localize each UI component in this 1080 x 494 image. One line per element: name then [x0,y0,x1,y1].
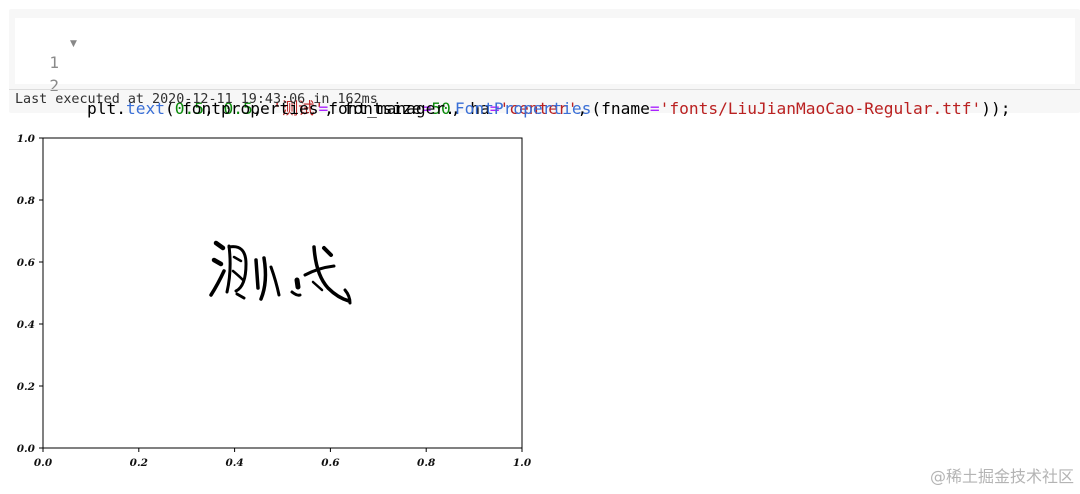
y-tick-label: 0.4 [17,319,35,331]
x-tick-label: 0.2 [130,457,148,469]
y-tick-label: 0.0 [17,443,36,455]
y-tick-label: 1.0 [17,133,36,145]
x-tick-label: 1.0 [513,457,532,469]
y-tick-label: 0.2 [17,381,35,393]
y-tick-label: 0.8 [17,195,36,207]
watermark: @稀土掘金技术社区 [929,467,1074,486]
code-line-1[interactable]: 1 ▼ plt.text(0.5, 0.5, '测试', fontsize=50… [15,28,1075,118]
y-tick-label: 0.6 [17,257,36,269]
plot-svg: 0.0 0.2 0.4 0.6 0.8 1.0 0.0 0.2 0.4 0.6 0.8 1.0 [17,133,532,469]
divider [9,89,1080,90]
x-tick-label: 0.0 [34,457,53,469]
code-editor[interactable]: 1 ▼ plt.text(0.5, 0.5, '测试', fontsize=50… [15,18,1075,118]
plot-axes [42,137,523,449]
code-line-2[interactable]: 2 fontproperties=font_manager.FontProper… [15,51,1075,118]
output-plot: 0.0 0.2 0.4 0.6 0.8 1.0 0.0 0.2 0.4 0.6 0.8 1.0 [0,120,560,490]
x-tick-label: 0.8 [417,457,436,469]
x-tick-label: 0.4 [225,457,243,469]
execution-info: Last executed at 2020-12-11 19:43:06 in … [15,92,378,107]
x-tick-label: 0.6 [321,457,340,469]
